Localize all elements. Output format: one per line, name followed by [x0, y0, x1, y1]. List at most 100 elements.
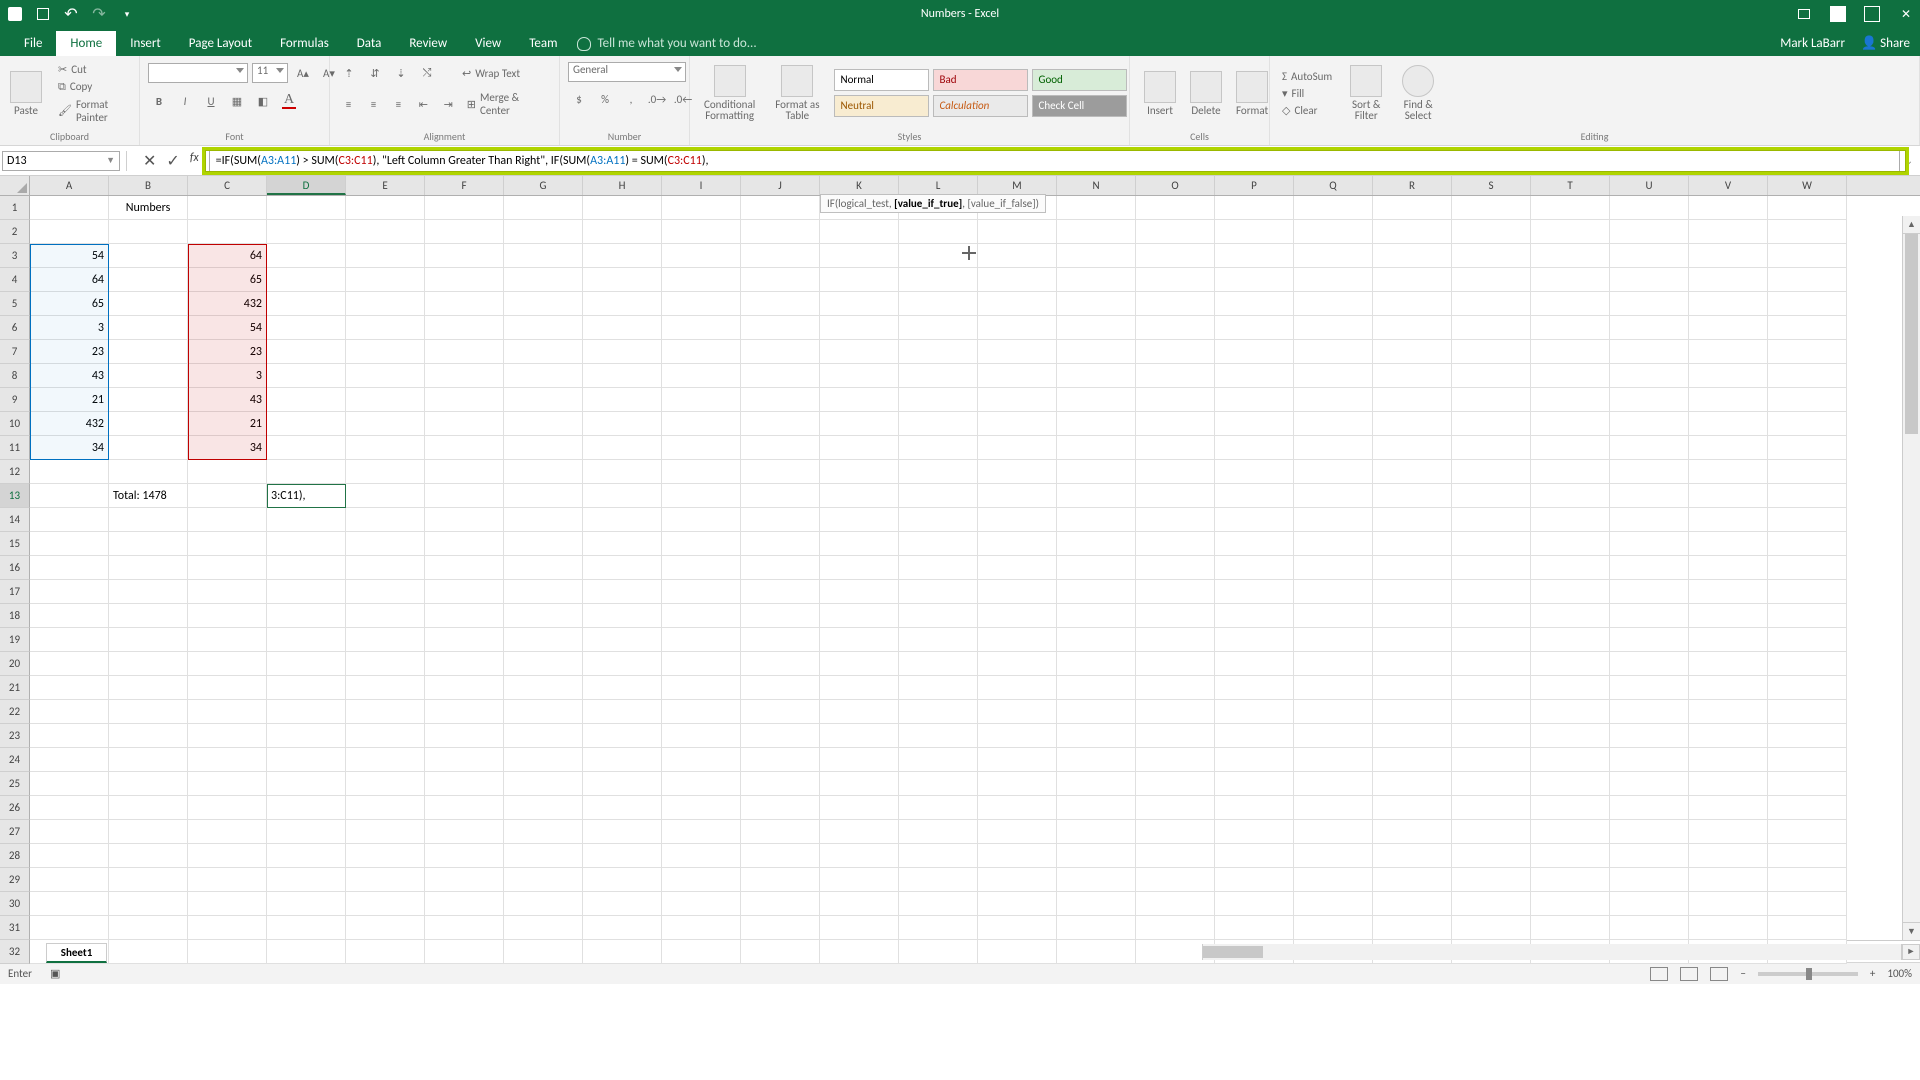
cell-F18[interactable] [425, 604, 504, 628]
cell-F31[interactable] [425, 916, 504, 940]
formula-bar-input[interactable]: =IF(SUM(A3:A11) > SUM(C3:C11), "Left Col… [209, 150, 1900, 172]
cell-U31[interactable] [1610, 916, 1689, 940]
cell-Q10[interactable] [1294, 412, 1373, 436]
cell-F26[interactable] [425, 796, 504, 820]
cell-I18[interactable] [662, 604, 741, 628]
cell-S12[interactable] [1452, 460, 1531, 484]
cell-W20[interactable] [1768, 652, 1847, 676]
cell-K2[interactable] [820, 220, 899, 244]
cell-T21[interactable] [1531, 676, 1610, 700]
cell-S31[interactable] [1452, 916, 1531, 940]
cell-W5[interactable] [1768, 292, 1847, 316]
cell-W25[interactable] [1768, 772, 1847, 796]
enter-formula-icon[interactable]: ✓ [166, 151, 179, 171]
conditional-formatting-button[interactable]: Conditional Formatting [698, 65, 761, 121]
cell-M31[interactable] [978, 916, 1057, 940]
cell-A20[interactable] [30, 652, 109, 676]
cell-O9[interactable] [1136, 388, 1215, 412]
tab-data[interactable]: Data [343, 31, 396, 56]
cell-K19[interactable] [820, 628, 899, 652]
row-header-16[interactable]: 16 [0, 556, 30, 580]
align-middle-icon[interactable]: ⇵ [364, 62, 386, 84]
column-header-P[interactable]: P [1215, 176, 1294, 195]
row-header-27[interactable]: 27 [0, 820, 30, 844]
cell-M20[interactable] [978, 652, 1057, 676]
cell-L28[interactable] [899, 844, 978, 868]
cell-U11[interactable] [1610, 436, 1689, 460]
cell-C22[interactable] [188, 700, 267, 724]
cell-F5[interactable] [425, 292, 504, 316]
scroll-up-icon[interactable]: ▲ [1903, 216, 1920, 234]
cell-R13[interactable] [1373, 484, 1452, 508]
cell-H24[interactable] [583, 748, 662, 772]
cell-V6[interactable] [1689, 316, 1768, 340]
cell-O3[interactable] [1136, 244, 1215, 268]
cell-E25[interactable] [346, 772, 425, 796]
cell-A12[interactable] [30, 460, 109, 484]
cell-Q20[interactable] [1294, 652, 1373, 676]
cell-N9[interactable] [1057, 388, 1136, 412]
row-header-26[interactable]: 26 [0, 796, 30, 820]
cell-C7[interactable]: 23 [188, 340, 267, 364]
cell-V25[interactable] [1689, 772, 1768, 796]
cell-G3[interactable] [504, 244, 583, 268]
cell-P9[interactable] [1215, 388, 1294, 412]
cell-G25[interactable] [504, 772, 583, 796]
cell-G12[interactable] [504, 460, 583, 484]
cell-N21[interactable] [1057, 676, 1136, 700]
cell-U1[interactable] [1610, 196, 1689, 220]
cell-C21[interactable] [188, 676, 267, 700]
cell-T23[interactable] [1531, 724, 1610, 748]
cell-R15[interactable] [1373, 532, 1452, 556]
cell-L26[interactable] [899, 796, 978, 820]
cell-J31[interactable] [741, 916, 820, 940]
style-check-cell[interactable]: Check Cell [1032, 95, 1127, 117]
cell-W7[interactable] [1768, 340, 1847, 364]
cell-E11[interactable] [346, 436, 425, 460]
name-box[interactable]: D13 ▼ [2, 151, 120, 171]
cell-N26[interactable] [1057, 796, 1136, 820]
cell-P15[interactable] [1215, 532, 1294, 556]
cell-I27[interactable] [662, 820, 741, 844]
cell-W28[interactable] [1768, 844, 1847, 868]
cell-I6[interactable] [662, 316, 741, 340]
cell-J25[interactable] [741, 772, 820, 796]
cell-B7[interactable] [109, 340, 188, 364]
cell-W3[interactable] [1768, 244, 1847, 268]
cell-N1[interactable] [1057, 196, 1136, 220]
cell-S8[interactable] [1452, 364, 1531, 388]
cell-Q4[interactable] [1294, 268, 1373, 292]
cell-U30[interactable] [1610, 892, 1689, 916]
cell-S19[interactable] [1452, 628, 1531, 652]
cell-G32[interactable] [504, 940, 583, 964]
cell-U20[interactable] [1610, 652, 1689, 676]
cell-E28[interactable] [346, 844, 425, 868]
cell-Q22[interactable] [1294, 700, 1373, 724]
column-header-C[interactable]: C [188, 176, 267, 195]
increase-decimal-icon[interactable]: .0→ [646, 88, 668, 110]
cell-J19[interactable] [741, 628, 820, 652]
cell-O11[interactable] [1136, 436, 1215, 460]
row-header-30[interactable]: 30 [0, 892, 30, 916]
cell-A15[interactable] [30, 532, 109, 556]
cell-P10[interactable] [1215, 412, 1294, 436]
cell-J20[interactable] [741, 652, 820, 676]
style-normal[interactable]: Normal [834, 69, 929, 91]
cell-J30[interactable] [741, 892, 820, 916]
cell-J8[interactable] [741, 364, 820, 388]
cell-Q19[interactable] [1294, 628, 1373, 652]
cell-C28[interactable] [188, 844, 267, 868]
cell-M30[interactable] [978, 892, 1057, 916]
cell-A30[interactable] [30, 892, 109, 916]
cell-J16[interactable] [741, 556, 820, 580]
cell-A8[interactable]: 43 [30, 364, 109, 388]
cell-W9[interactable] [1768, 388, 1847, 412]
cell-C16[interactable] [188, 556, 267, 580]
cell-C31[interactable] [188, 916, 267, 940]
cell-M24[interactable] [978, 748, 1057, 772]
cell-H8[interactable] [583, 364, 662, 388]
cell-T30[interactable] [1531, 892, 1610, 916]
cell-V22[interactable] [1689, 700, 1768, 724]
cell-L20[interactable] [899, 652, 978, 676]
font-size-select[interactable]: 11 [252, 63, 288, 83]
